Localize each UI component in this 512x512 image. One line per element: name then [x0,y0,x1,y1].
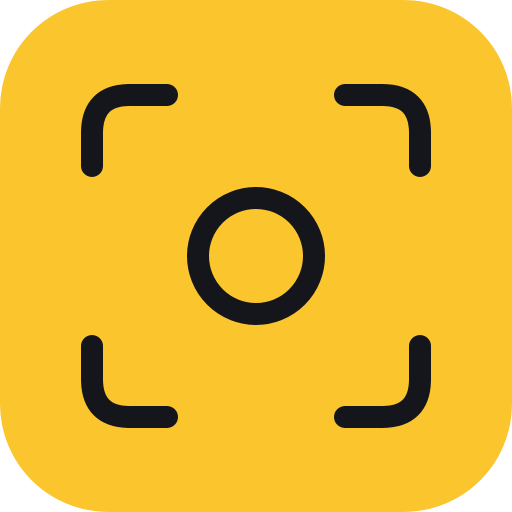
app-icon[interactable] [0,0,512,512]
icon-background [0,0,512,512]
camera-viewfinder-icon [0,0,512,512]
